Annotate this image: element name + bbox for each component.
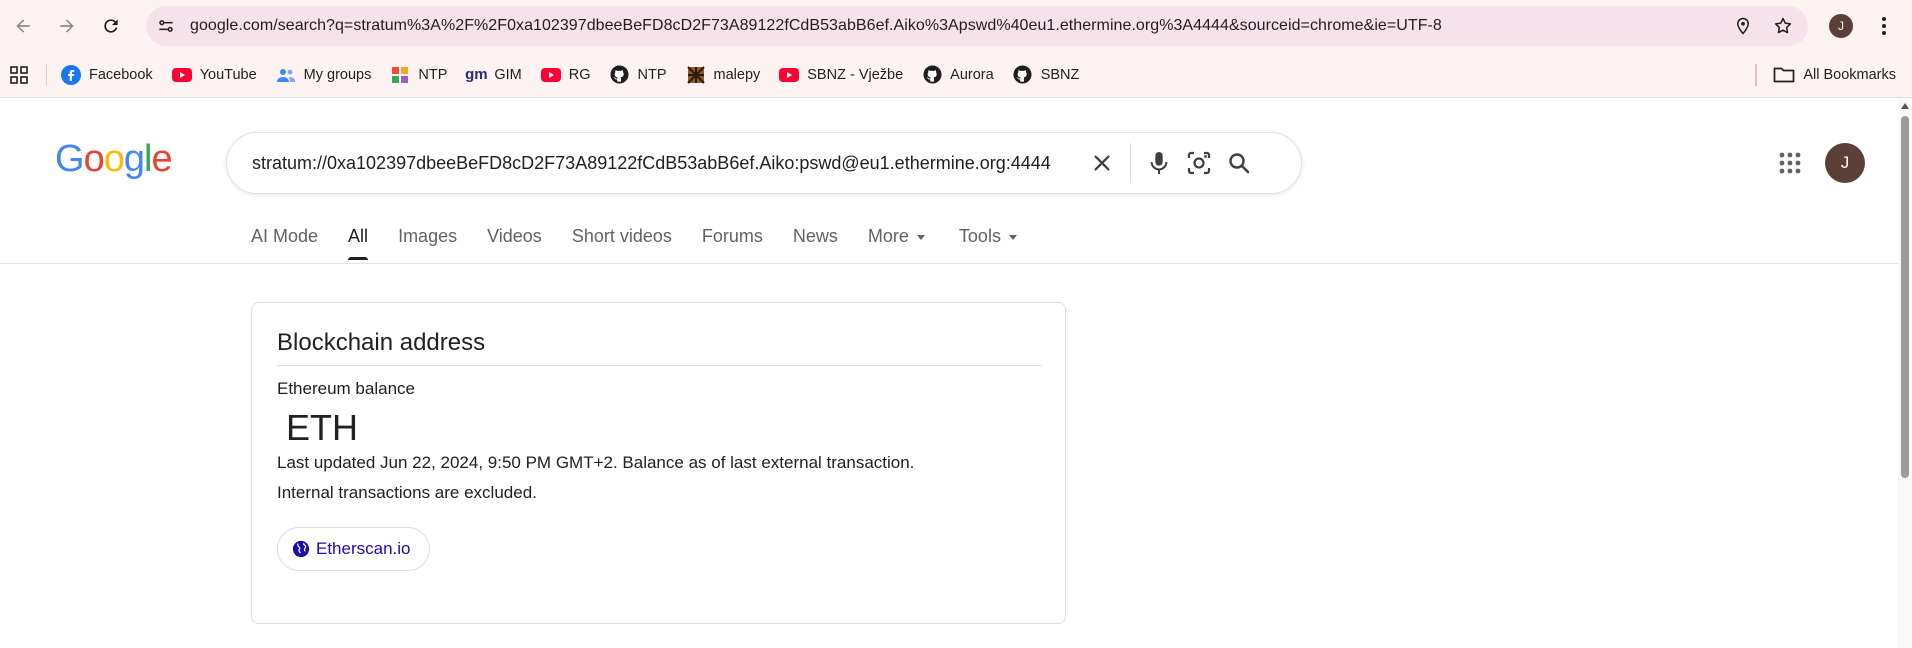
- tab-ai-mode[interactable]: AI Mode: [251, 214, 318, 254]
- url-text[interactable]: google.com/search?q=stratum%3A%2F%2F0xa1…: [190, 17, 1728, 35]
- bookmark-aurora[interactable]: Aurora: [922, 65, 994, 85]
- malepy-icon: [686, 65, 706, 85]
- bookmark-label: Aurora: [950, 66, 994, 83]
- github-icon: [922, 65, 942, 85]
- search-tabs: AI Mode All Images Videos Short videos F…: [251, 214, 1047, 260]
- bookmark-label: malepy: [713, 66, 761, 83]
- bookmark-label: NTP: [418, 66, 448, 83]
- etherscan-link-label: Etherscan.io: [316, 539, 411, 558]
- scroll-up-arrow-icon[interactable]: [1901, 103, 1909, 109]
- all-bookmarks-label: All Bookmarks: [1803, 67, 1896, 83]
- scrollbar-thumb[interactable]: [1901, 116, 1909, 478]
- etherscan-link-button[interactable]: Etherscan.io: [277, 527, 430, 571]
- bookmark-ntp[interactable]: NTP: [390, 65, 447, 85]
- bookmarks-bar: Facebook YouTube My groups NTP gm GIM RG…: [0, 52, 1912, 98]
- search-divider: [1130, 143, 1131, 183]
- tab-videos[interactable]: Videos: [487, 214, 542, 254]
- bookmark-sbnz-vjezbe[interactable]: SBNZ - Vježbe: [779, 65, 903, 85]
- bookmark-youtube[interactable]: YouTube: [171, 65, 257, 85]
- bookmark-gim[interactable]: gm GIM: [465, 65, 522, 85]
- tabs-divider: [0, 263, 1898, 264]
- bookmark-label: SBNZ - Vježbe: [807, 66, 904, 83]
- browser-menu-icon[interactable]: [1874, 12, 1894, 40]
- bookmark-label: Facebook: [89, 66, 153, 83]
- account-avatar[interactable]: J: [1825, 143, 1865, 183]
- folder-icon: [1773, 64, 1795, 86]
- bookmark-label: SBNZ: [1040, 66, 1080, 83]
- lens-camera-icon[interactable]: [1179, 143, 1219, 183]
- bookmark-label: NTP: [637, 66, 667, 83]
- browser-toolbar: google.com/search?q=stratum%3A%2F%2F0xa1…: [0, 0, 1912, 52]
- chevron-down-icon: [916, 235, 925, 240]
- location-pin-icon[interactable]: [1728, 11, 1758, 41]
- star-bookmark-icon[interactable]: [1768, 11, 1798, 41]
- microphone-icon[interactable]: [1139, 143, 1179, 183]
- bookmark-label: GIM: [494, 66, 522, 83]
- bookmark-facebook[interactable]: Facebook: [61, 64, 153, 85]
- all-bookmarks-button[interactable]: All Bookmarks: [1755, 52, 1896, 98]
- tab-more[interactable]: More: [868, 214, 925, 254]
- tab-tools-label: Tools: [958, 226, 1001, 246]
- bookmark-label: RG: [568, 66, 591, 83]
- tab-all[interactable]: All: [348, 214, 369, 260]
- clear-icon[interactable]: [1082, 143, 1122, 183]
- google-logo[interactable]: Google: [55, 138, 173, 181]
- bookmark-sbnz[interactable]: SBNZ: [1013, 65, 1080, 85]
- tab-short-videos[interactable]: Short videos: [572, 214, 672, 254]
- card-divider: [277, 365, 1041, 366]
- blockchain-address-card: Blockchain address Ethereum balance ETH …: [251, 302, 1066, 624]
- last-updated-note: Last updated Jun 22, 2024, 9:50 PM GMT+2…: [277, 453, 915, 472]
- page-scrollbar[interactable]: [1898, 98, 1912, 648]
- bookmarks-divider: [1755, 64, 1758, 86]
- card-title: Blockchain address: [277, 329, 486, 356]
- internal-transactions-note: Internal transactions are excluded.: [277, 483, 537, 502]
- google-apps-icon[interactable]: [1775, 148, 1805, 178]
- bookmark-rg[interactable]: RG: [540, 65, 591, 85]
- search-box[interactable]: stratum://0xa102397dbeeBeFD8cD2F73A89122…: [226, 132, 1302, 194]
- search-input[interactable]: stratum://0xa102397dbeeBeFD8cD2F73A89122…: [252, 153, 1078, 174]
- site-info-icon[interactable]: [150, 10, 182, 42]
- youtube-icon: [540, 65, 561, 85]
- groups-icon: [276, 65, 296, 85]
- bookmark-label: YouTube: [199, 66, 257, 83]
- ntp-icon: [390, 65, 410, 85]
- youtube-icon: [779, 65, 800, 85]
- tab-images[interactable]: Images: [398, 214, 457, 254]
- tab-forums[interactable]: Forums: [702, 214, 763, 254]
- facebook-icon: [61, 64, 81, 85]
- balance-currency: ETH: [286, 407, 358, 448]
- bookmark-malepy[interactable]: malepy: [686, 65, 761, 85]
- tab-more-label: More: [867, 226, 909, 246]
- forward-arrow-icon[interactable]: [50, 9, 84, 43]
- bookmark-my-groups[interactable]: My groups: [276, 65, 372, 85]
- address-bar[interactable]: google.com/search?q=stratum%3A%2F%2F0xa1…: [146, 6, 1808, 46]
- tab-news[interactable]: News: [793, 214, 838, 254]
- chevron-down-icon: [1008, 235, 1017, 240]
- gim-icon: gm: [465, 66, 488, 83]
- apps-grid-icon[interactable]: [8, 64, 30, 86]
- back-arrow-icon[interactable]: [6, 9, 40, 43]
- bookmark-ntp-github[interactable]: NTP: [610, 65, 667, 85]
- github-icon: [610, 65, 630, 85]
- profile-avatar-icon[interactable]: J: [1829, 14, 1853, 38]
- globe-icon: [292, 540, 310, 558]
- tab-tools[interactable]: Tools: [959, 214, 1017, 254]
- search-results-page: Google stratum://0xa102397dbeeBeFD8cD2F7…: [0, 98, 1898, 648]
- search-icon[interactable]: [1219, 143, 1259, 183]
- bookmark-label: My groups: [303, 66, 372, 83]
- github-icon: [1013, 65, 1033, 85]
- reload-icon[interactable]: [94, 9, 128, 43]
- card-subtitle: Ethereum balance: [277, 379, 415, 398]
- youtube-icon: [171, 65, 192, 85]
- bookmarks-divider: [46, 63, 47, 86]
